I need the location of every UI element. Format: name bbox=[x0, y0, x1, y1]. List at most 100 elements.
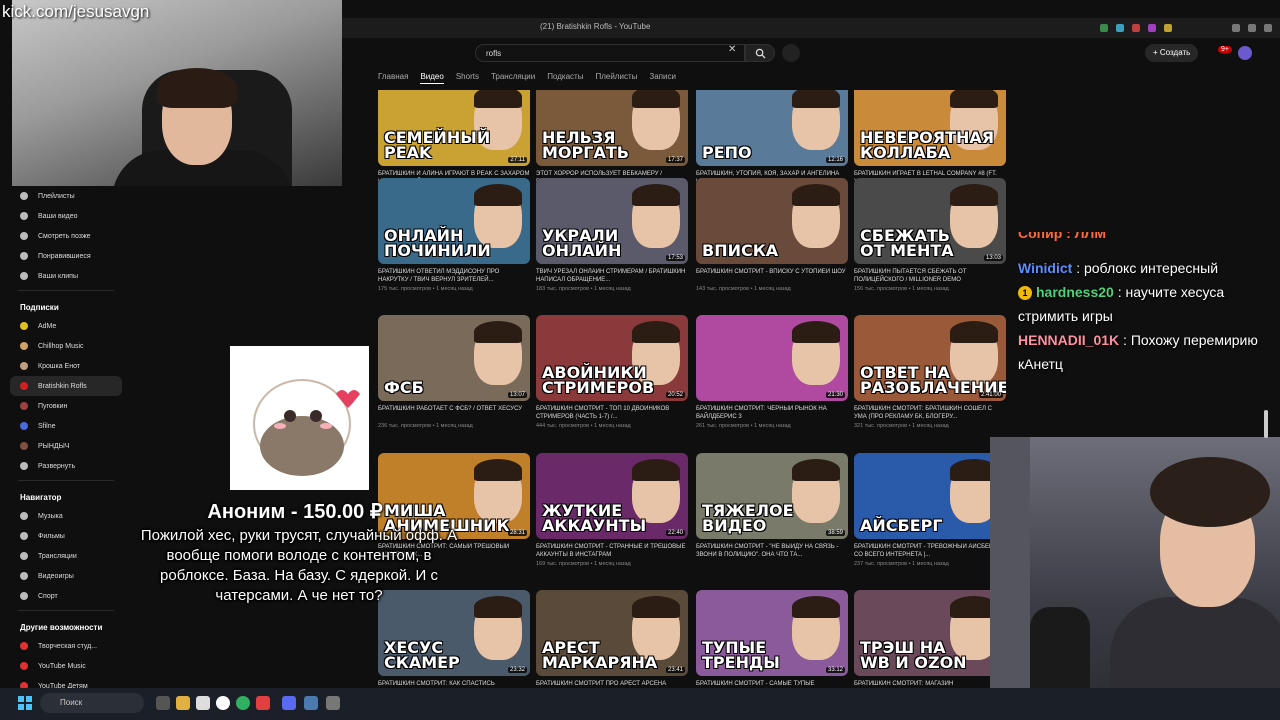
sidebar-item-you-3[interactable]: Понравившиеся bbox=[10, 246, 122, 266]
video-thumbnail[interactable]: АЙСБЕРГ bbox=[854, 453, 1006, 539]
video-card[interactable]: ТРЭШ НА WB И OZON БРАТИШКИН СМОТРИТ: Мага… bbox=[854, 590, 1006, 690]
sidebar-item-sub-3[interactable]: Bratishkin Rofls bbox=[10, 376, 122, 396]
extension-icon[interactable] bbox=[1164, 24, 1172, 32]
extension-icon[interactable] bbox=[1116, 24, 1124, 32]
video-title[interactable]: БРАТИШКИН СМОТРИТ - ТОП 10 ДВОЙНИКОВ СТР… bbox=[536, 405, 688, 421]
video-thumbnail[interactable]: АРЕСТ МАРКАРЯНА 23:41 bbox=[536, 590, 688, 676]
video-thumbnail[interactable]: ОТВЕТ НА РАЗОБЛАЧЕНИЕ 2:41:00 bbox=[854, 315, 1006, 401]
more-features-heading[interactable]: Другие возможности bbox=[10, 615, 122, 636]
video-card[interactable]: ТЯЖЕЛОЕ ВИДЕО 38:59 БРАТИШКИН СМОТРИТ - "Н… bbox=[696, 453, 848, 561]
video-card[interactable]: АРЕСТ МАРКАРЯНА 23:41 БРАТИШКИН СМОТРИТ ПР… bbox=[536, 590, 688, 690]
voice-search-button[interactable] bbox=[782, 44, 800, 62]
video-card[interactable]: ОТВЕТ НА РАЗОБЛАЧЕНИЕ 2:41:00 БРАТИШКИН СМ… bbox=[854, 315, 1006, 429]
task-view-icon[interactable] bbox=[156, 696, 170, 710]
steam-icon[interactable] bbox=[304, 696, 318, 710]
tab-0[interactable]: Главная bbox=[378, 72, 408, 84]
video-title[interactable]: БРАТИШКИН ОТВЕТИЛ МЭДДИСОНУ ПРО НАКРУТКУ… bbox=[378, 268, 530, 284]
video-card[interactable]: АЙСБЕРГ БРАТИШКИН СМОТРИТ - ТРЕВОЖНЫЙ АЙС… bbox=[854, 453, 1006, 567]
navigator-heading[interactable]: Навигатор bbox=[10, 485, 122, 506]
video-card[interactable]: 21:30 БРАТИШКИН СМОТРИТ: ЧЁРНЫЙ РЫНОК НА … bbox=[696, 315, 848, 429]
subscriptions-heading[interactable]: Подписки bbox=[10, 295, 122, 316]
video-title[interactable]: БРАТИШКИН СМОТРИТ: БРАТИШКИН СОШЕЛ С УМА… bbox=[854, 405, 1006, 421]
video-thumbnail[interactable]: ЖУТКИЕ АККАУНТЫ 22:40 bbox=[536, 453, 688, 539]
tab-4[interactable]: Подкасты bbox=[547, 72, 583, 84]
notifications-badge[interactable]: 9+ bbox=[1218, 46, 1232, 53]
sidebar-item-nav-2[interactable]: Трансляции bbox=[10, 546, 122, 566]
spotify-icon[interactable] bbox=[236, 696, 250, 710]
video-card[interactable]: ОНЛАЙН ПОЧИНИЛИ БРАТИШКИН ОТВЕТИЛ МЭДДИСО… bbox=[378, 178, 530, 292]
extension-icon[interactable] bbox=[1132, 24, 1140, 32]
video-title[interactable]: БРАТИШКИН РАБОТАЕТ С ФСБ? / ОТВЕТ ХЕСУСУ bbox=[378, 405, 530, 421]
video-card[interactable]: АВОЙНИКИ СТРИМЕРОВ 20:52 БРАТИШКИН СМОТРИТ… bbox=[536, 315, 688, 429]
sidebar-item-nav-0[interactable]: Музыка bbox=[10, 506, 122, 526]
video-thumbnail[interactable]: ТУПЫЕ ТРЕНДЫ 33:12 bbox=[696, 590, 848, 676]
sidebar-item-sub-4[interactable]: Пуговкин bbox=[10, 396, 122, 416]
extension-icon[interactable] bbox=[1148, 24, 1156, 32]
taskbar-search[interactable]: Поиск bbox=[40, 693, 144, 713]
video-title[interactable]: БРАТИШКИН СМОТРИТ: ЧЁРНЫЙ РЫНОК НА ВАЙЛД… bbox=[696, 405, 848, 421]
video-card[interactable]: ЖУТКИЕ АККАУНТЫ 22:40 БРАТИШКИН СМОТРИТ - … bbox=[536, 453, 688, 567]
sidebar-item-you-2[interactable]: Смотреть позже bbox=[10, 226, 122, 246]
video-title[interactable]: БРАТИШКИН СМОТРИТ - ВПИСКУ С УТОПИЕЙ ШОУ bbox=[696, 268, 848, 284]
app-icon[interactable] bbox=[196, 696, 210, 710]
tab-6[interactable]: Записи bbox=[649, 72, 676, 84]
sidebar-item-you-4[interactable]: Ваши клипы bbox=[10, 266, 122, 286]
search-input[interactable]: rofls bbox=[475, 44, 745, 62]
video-card[interactable]: ВПИСКА БРАТИШКИН СМОТРИТ - ВПИСКУ С УТОПИ… bbox=[696, 178, 848, 292]
extension-icon[interactable] bbox=[1100, 24, 1108, 32]
video-thumbnail[interactable]: УКРАЛИ ОНЛАЙН 17:53 bbox=[536, 178, 688, 264]
tab-5[interactable]: Плейлисты bbox=[595, 72, 637, 84]
sidebar-item-nav-3[interactable]: Видеоигры bbox=[10, 566, 122, 586]
video-thumbnail[interactable]: СБЕЖАТЬ ОТ МЕНТА 13:03 bbox=[854, 178, 1006, 264]
yandex-icon[interactable] bbox=[216, 696, 230, 710]
video-thumbnail[interactable]: АВОЙНИКИ СТРИМЕРОВ 20:52 bbox=[536, 315, 688, 401]
search-button[interactable] bbox=[745, 44, 775, 62]
app-icon[interactable] bbox=[256, 696, 270, 710]
app-icon[interactable] bbox=[326, 696, 340, 710]
video-card[interactable]: УКРАЛИ ОНЛАЙН 17:53 ТВИЧ УРЕЗАЛ ОНЛАЙН СТР… bbox=[536, 178, 688, 292]
sidebar-item-nav-4[interactable]: Спорт bbox=[10, 586, 122, 606]
sidebar-item-more-0[interactable]: Творческая студ... bbox=[10, 636, 122, 656]
video-title[interactable]: БРАТИШКИН СМОТРИТ - "Не выйду на связь -… bbox=[696, 543, 848, 559]
avatar[interactable] bbox=[1238, 46, 1252, 60]
video-title[interactable]: БРАТИШКИН СМОТРИТ - ТРЕВОЖНЫЙ АЙСБЕРГ СО… bbox=[854, 543, 1006, 559]
video-thumbnail[interactable]: НЕВЕРОЯТНАЯ КОЛЛАБА bbox=[854, 90, 1006, 166]
sidebar-item-sub-6[interactable]: РЫНДЫЧ bbox=[10, 436, 122, 456]
video-card[interactable]: ФСБ 13:07 БРАТИШКИН РАБОТАЕТ С ФСБ? / ОТВЕ… bbox=[378, 315, 530, 429]
window-close-icon[interactable] bbox=[1264, 24, 1272, 32]
video-card[interactable]: ТУПЫЕ ТРЕНДЫ 33:12 БРАТИШКИН СМОТРИТ - САМ… bbox=[696, 590, 848, 690]
video-thumbnail[interactable]: ФСБ 13:07 bbox=[378, 315, 530, 401]
video-title[interactable]: БРАТИШКИН СМОТРИТ - Странные и Трешовые … bbox=[536, 543, 688, 559]
sidebar-item-sub-0[interactable]: AdMe bbox=[10, 316, 122, 336]
sidebar-item-sub-1[interactable]: Chillhop Music bbox=[10, 336, 122, 356]
sidebar-item-sub-5[interactable]: Sfilne bbox=[10, 416, 122, 436]
window-maximize-icon[interactable] bbox=[1248, 24, 1256, 32]
window-minimize-icon[interactable] bbox=[1232, 24, 1240, 32]
video-title[interactable]: БРАТИШКИН ПЫТАЕТСЯ СБЕЖАТЬ ОТ ПОЛИЦЕЙСКО… bbox=[854, 268, 1006, 284]
sidebar-item-sub-2[interactable]: Крошка Енот bbox=[10, 356, 122, 376]
video-thumbnail[interactable]: ТЯЖЕЛОЕ ВИДЕО 38:59 bbox=[696, 453, 848, 539]
tab-2[interactable]: Shorts bbox=[456, 72, 479, 84]
video-thumbnail[interactable]: СЕМЕЙНЫЙ PEAK 27:11 bbox=[378, 90, 530, 166]
video-thumbnail[interactable]: ВПИСКА bbox=[696, 178, 848, 264]
video-thumbnail[interactable]: ТРЭШ НА WB И OZON bbox=[854, 590, 1006, 676]
sidebar-item-more-1[interactable]: YouTube Music bbox=[10, 656, 122, 676]
sidebar-item-nav-1[interactable]: Фильмы bbox=[10, 526, 122, 546]
file-explorer-icon[interactable] bbox=[176, 696, 190, 710]
tab-1[interactable]: Видео bbox=[420, 72, 444, 84]
video-thumbnail[interactable]: РЕПО 12:16 bbox=[696, 90, 848, 166]
discord-icon[interactable] bbox=[282, 696, 296, 710]
video-thumbnail[interactable]: ОНЛАЙН ПОЧИНИЛИ bbox=[378, 178, 530, 264]
sidebar-item-you-1[interactable]: Ваши видео bbox=[10, 206, 122, 226]
video-title[interactable]: ТВИЧ УРЕЗАЛ ОНЛАЙН СТРИМЕРАМ / БРАТИШКИН… bbox=[536, 268, 688, 284]
create-button[interactable]: + Создать bbox=[1145, 44, 1199, 62]
video-thumbnail[interactable]: НЕЛЬЗЯ МОРГАТЬ 17:37 bbox=[536, 90, 688, 166]
scrollbar[interactable] bbox=[1264, 410, 1268, 438]
clear-search-icon[interactable]: ✕ bbox=[728, 44, 736, 55]
start-icon[interactable] bbox=[18, 696, 32, 710]
video-card[interactable]: СБЕЖАТЬ ОТ МЕНТА 13:03 БРАТИШКИН ПЫТАЕТСЯ … bbox=[854, 178, 1006, 292]
sidebar-item-you-0[interactable]: Плейлисты bbox=[10, 186, 122, 206]
sidebar-item-sub-7[interactable]: Развернуть bbox=[10, 456, 122, 476]
tab-3[interactable]: Трансляции bbox=[491, 72, 535, 84]
video-thumbnail[interactable]: 21:30 bbox=[696, 315, 848, 401]
